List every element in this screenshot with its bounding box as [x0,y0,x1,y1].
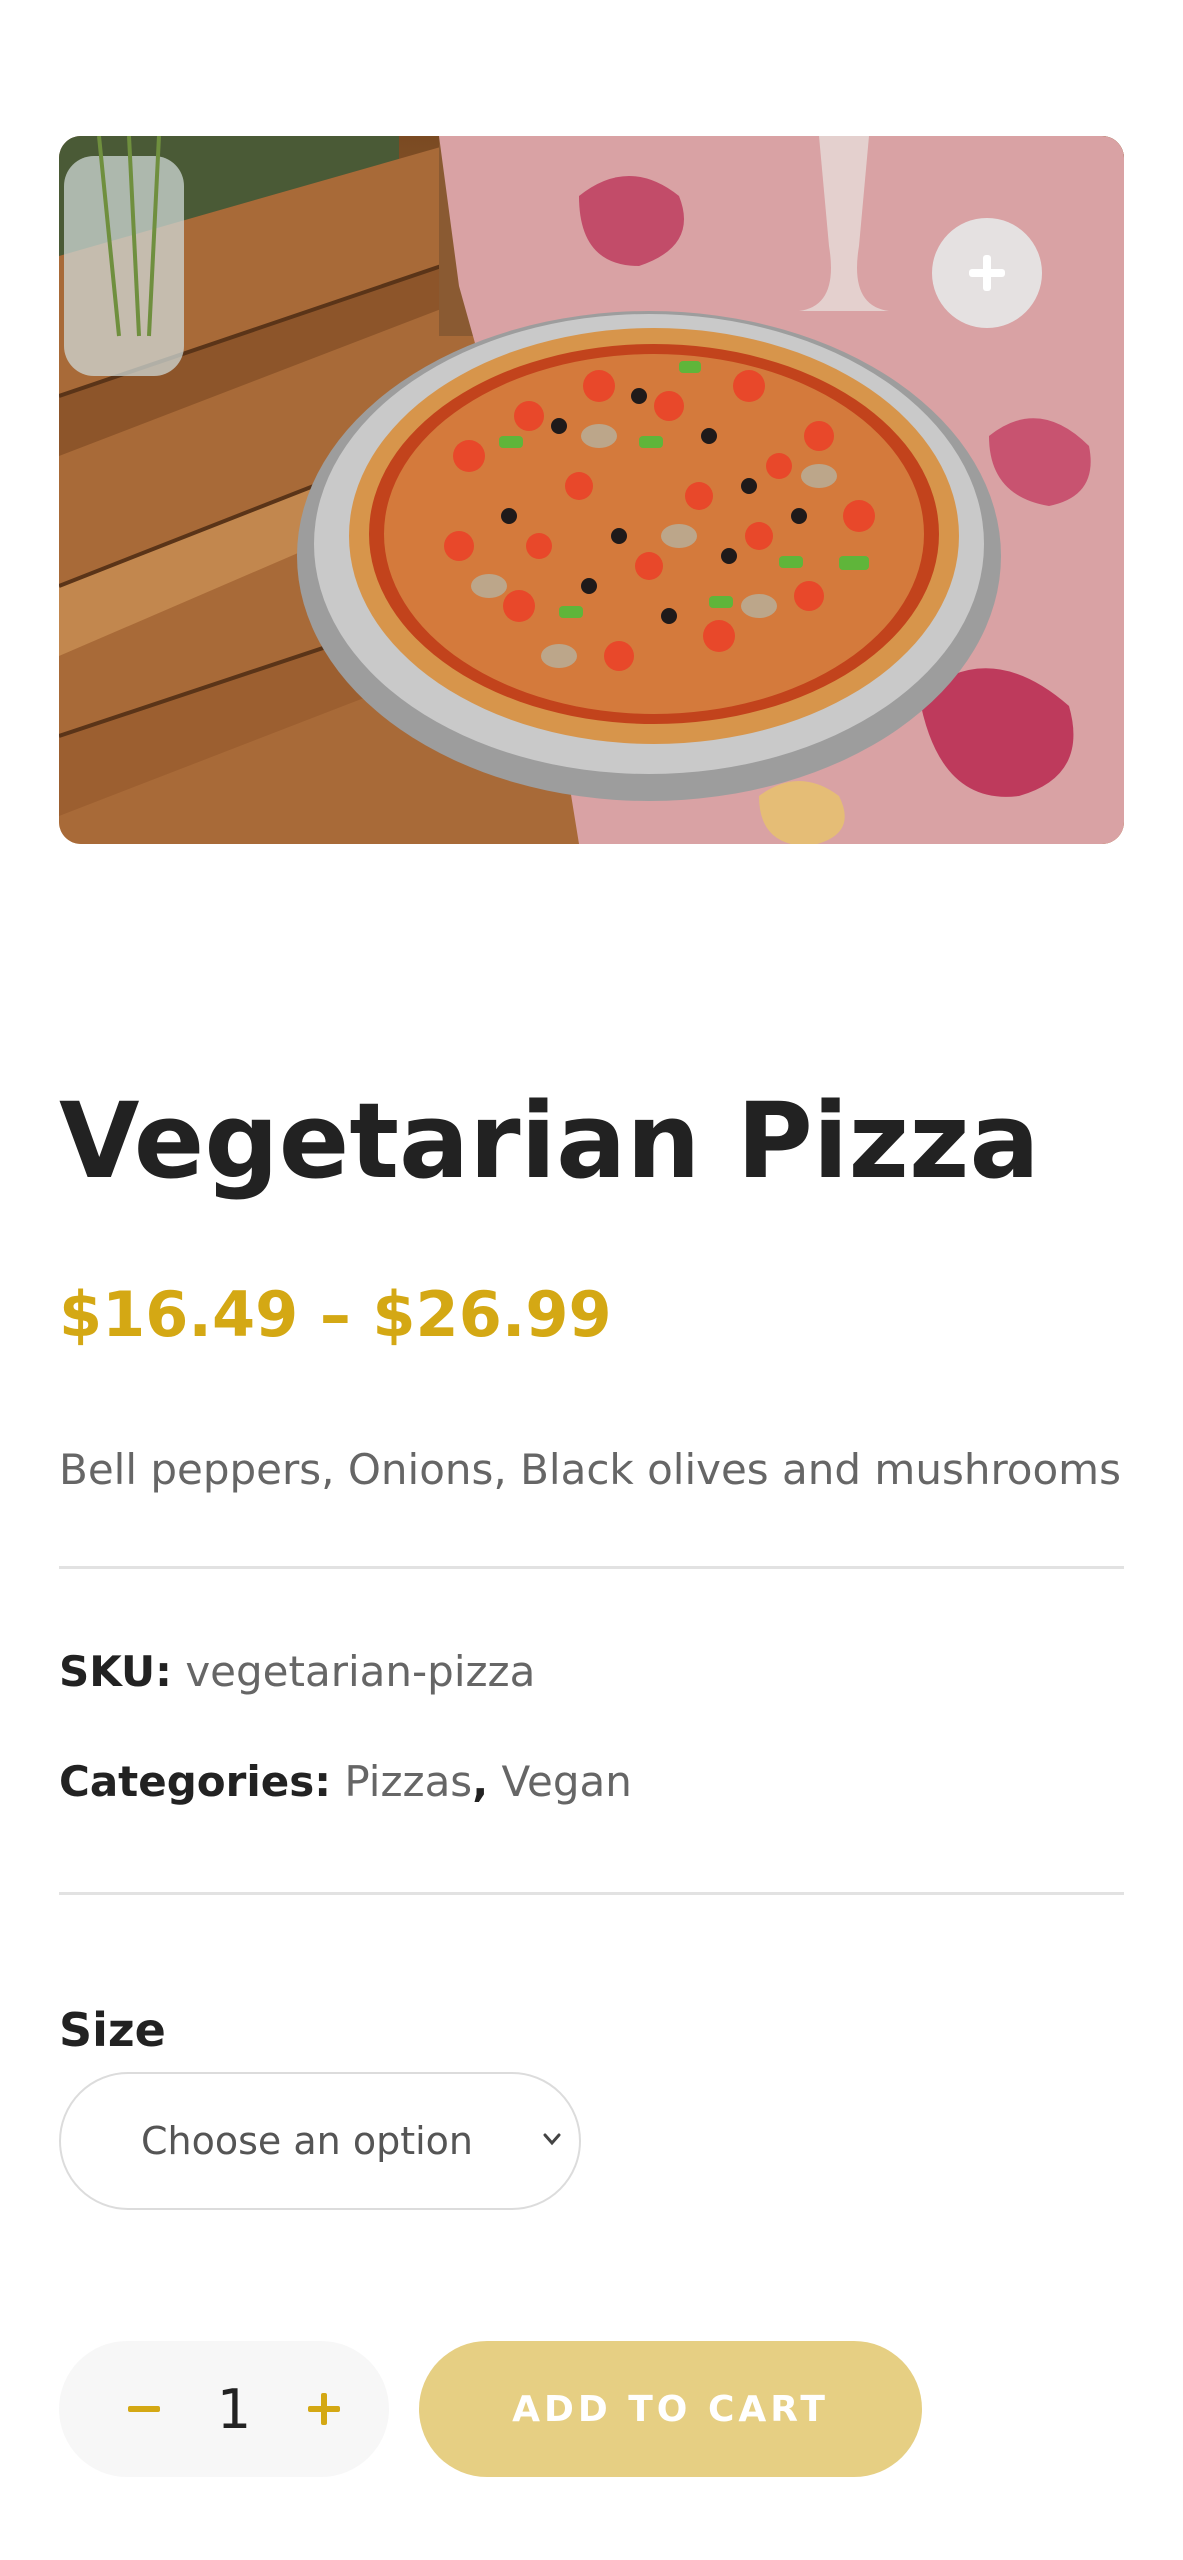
quantity-increase-button[interactable] [279,2341,369,2477]
product-title: Vegetarian Pizza [59,1080,1040,1202]
divider [59,1892,1124,1895]
sku-value: vegetarian-pizza [185,1647,536,1696]
size-select-value: Choose an option [141,2119,473,2163]
sku-row: SKU: vegetarian-pizza [59,1647,535,1696]
minus-icon [128,2406,160,2412]
sku-label: SKU: [59,1647,172,1696]
plus-icon [308,2393,340,2425]
plus-icon [969,255,1005,291]
categories-label: Categories: [59,1757,332,1806]
product-price: $16.49 – $26.99 [59,1278,612,1351]
add-to-cart-button[interactable]: ADD TO CART [419,2341,922,2477]
category-separator: , [472,1757,489,1806]
category-link-vegan[interactable]: Vegan [502,1757,632,1806]
quantity-decrease-button[interactable] [99,2341,189,2477]
product-description: Bell peppers, Onions, Black olives and m… [59,1445,1121,1494]
zoom-button[interactable] [932,218,1042,328]
divider [59,1566,1124,1569]
quantity-stepper: 1 [59,2341,389,2477]
chevron-down-icon [543,2133,561,2146]
quantity-value[interactable]: 1 [194,2341,274,2477]
category-link-pizzas[interactable]: Pizzas [344,1757,472,1806]
categories-row: Categories: Pizzas, Vegan [59,1757,632,1806]
size-select[interactable]: Choose an option [59,2072,581,2210]
size-label: Size [59,2003,166,2057]
